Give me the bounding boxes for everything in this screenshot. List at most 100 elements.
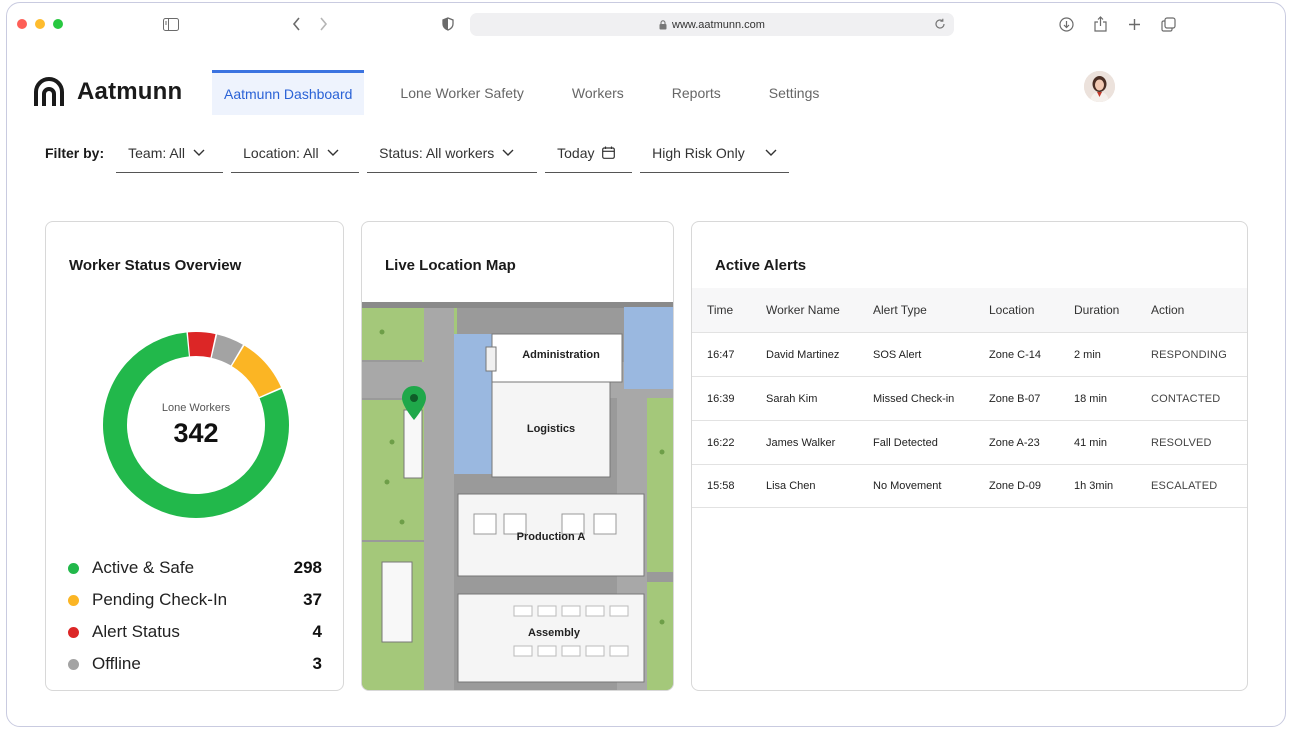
close-window-button[interactable]: [17, 19, 27, 29]
alert-duration: 18 min: [1074, 392, 1108, 405]
small-building: [403, 409, 423, 479]
alert-type: Missed Check-in: [873, 392, 955, 405]
worker-status-title: Worker Status Overview: [69, 257, 242, 274]
alert-type: No Movement: [873, 480, 942, 492]
brand-logo[interactable]: Aatmunn: [33, 77, 182, 107]
status-filter-value: Status: All workers: [379, 144, 495, 161]
share-icon[interactable]: [1091, 15, 1109, 33]
legend-item-pending: Pending Check-In 37: [68, 584, 322, 616]
table-row[interactable]: 16:47 David Martinez SOS Alert Zone C-14…: [692, 332, 1247, 376]
nav-item-settings[interactable]: Settings: [769, 70, 820, 115]
worker-status-donut: Lone Workers 342: [101, 330, 291, 520]
column-header-worker-name[interactable]: Worker Name: [766, 303, 873, 317]
building-label: Logistics: [527, 423, 575, 435]
green-area: [647, 382, 673, 572]
table-row[interactable]: 16:22 James Walker Fall Detected Zone A-…: [692, 420, 1247, 464]
status-filter-dropdown[interactable]: Status: All workers: [367, 133, 538, 173]
main-nav: Aatmunn Dashboard Lone Worker Safety Wor…: [212, 70, 819, 115]
reload-icon[interactable]: [934, 18, 946, 30]
alert-action-status[interactable]: RESOLVED: [1151, 437, 1241, 449]
back-arrow-icon[interactable]: [288, 15, 306, 33]
alert-duration: 1h 3min: [1074, 480, 1114, 492]
team-filter-dropdown[interactable]: Team: All: [116, 133, 224, 173]
legend-item-alert: Alert Status 4: [68, 616, 322, 648]
filter-bar: Filter by: Team: All Location: All Statu…: [45, 133, 797, 173]
lock-icon: [659, 19, 667, 30]
browser-toolbar: www.aatmunn.com: [7, 3, 1285, 45]
alert-worker-name: James Walker: [766, 436, 836, 449]
sidebar-toggle-icon[interactable]: [162, 15, 180, 33]
window-controls: [17, 19, 63, 29]
table-row[interactable]: 15:58 Lisa Chen No Movement Zone D-09 1h…: [692, 464, 1247, 508]
minimize-window-button[interactable]: [35, 19, 45, 29]
alert-type: Fall Detected: [873, 436, 938, 449]
column-header-location[interactable]: Location: [989, 303, 1074, 317]
alert-action-status[interactable]: CONTACTED: [1151, 393, 1241, 405]
alert-time: 16:47: [707, 348, 735, 361]
nav-item-reports[interactable]: Reports: [672, 70, 721, 115]
donut-center-label: Lone Workers: [161, 401, 231, 414]
location-filter-dropdown[interactable]: Location: All: [231, 133, 360, 173]
column-header-duration[interactable]: Duration: [1074, 303, 1151, 317]
column-header-action[interactable]: Action: [1151, 303, 1241, 317]
date-filter-value: Today: [557, 144, 595, 161]
alert-location: Zone B-07: [989, 392, 1041, 405]
alert-worker-name: Lisa Chen: [766, 480, 816, 492]
url-text: www.aatmunn.com: [672, 18, 765, 31]
blue-zone: [624, 307, 673, 389]
tab-overview-icon[interactable]: [1159, 15, 1177, 33]
legend-item-active: Active & Safe 298: [68, 552, 322, 584]
live-map-title: Live Location Map: [385, 257, 516, 274]
alert-worker-name: David Martinez: [766, 348, 840, 361]
risk-filter-dropdown[interactable]: High Risk Only: [640, 133, 790, 173]
alert-location: Zone D-09: [989, 480, 1041, 492]
privacy-shield-icon[interactable]: [439, 15, 457, 33]
alert-time: 16:39: [707, 392, 735, 405]
live-map-card: Live Location Map Administration Logisti…: [361, 221, 674, 691]
building-label: Administration: [522, 349, 600, 361]
alert-action-status[interactable]: ESCALATED: [1151, 480, 1241, 492]
nav-item-lone-worker-safety[interactable]: Lone Worker Safety: [400, 70, 523, 115]
maximize-window-button[interactable]: [53, 19, 63, 29]
building-label: Production A: [517, 531, 586, 543]
alert-type: SOS Alert: [873, 348, 922, 361]
status-dot: [68, 562, 79, 574]
arch-logo-icon: [34, 77, 64, 106]
column-header-time[interactable]: Time: [692, 303, 766, 317]
legend-item-offline: Offline 3: [68, 648, 322, 680]
table-row[interactable]: 16:39 Sarah Kim Missed Check-in Zone B-0…: [692, 376, 1247, 420]
legend-count: 4: [312, 622, 322, 641]
legend-label: Pending Check-In: [92, 590, 228, 609]
table-header: Time Worker Name Alert Type Location Dur…: [692, 288, 1247, 332]
alert-location: Zone A-23: [989, 436, 1040, 449]
nav-item-workers[interactable]: Workers: [572, 70, 624, 115]
alert-worker-name: Sarah Kim: [766, 392, 818, 405]
alerts-table: Time Worker Name Alert Type Location Dur…: [692, 288, 1247, 508]
brand-name: Aatmunn: [77, 78, 183, 105]
address-bar[interactable]: www.aatmunn.com: [470, 13, 954, 36]
building-label: Assembly: [528, 627, 581, 639]
alert-action-status[interactable]: RESPONDING: [1151, 349, 1241, 361]
filter-label: Filter by:: [45, 145, 105, 161]
alert-location: Zone C-14: [989, 348, 1041, 361]
legend-label: Active & Safe: [92, 558, 195, 577]
chevron-down-icon: [502, 149, 514, 156]
chevron-down-icon: [327, 149, 339, 156]
alert-time: 16:22: [707, 436, 735, 449]
browser-window: www.aatmunn.com Aatmunn Aatmunn Dashboar…: [6, 2, 1286, 727]
column-header-alert-type[interactable]: Alert Type: [873, 303, 989, 317]
team-filter-value: Team: All: [128, 144, 185, 161]
risk-filter-value: High Risk Only: [652, 144, 745, 161]
active-alerts-card: Active Alerts Time Worker Name Alert Typ…: [691, 221, 1248, 691]
site-map[interactable]: Administration Logistics Production A As…: [362, 302, 674, 691]
forward-arrow-icon[interactable]: [314, 15, 332, 33]
status-dot: [68, 594, 79, 606]
alert-duration: 41 min: [1074, 436, 1108, 449]
date-filter-picker[interactable]: Today: [545, 133, 633, 173]
nav-item-dashboard[interactable]: Aatmunn Dashboard: [212, 70, 365, 115]
legend-label: Alert Status: [92, 622, 180, 641]
status-legend: Active & Safe 298 Pending Check-In 37 Al…: [68, 552, 322, 680]
user-avatar[interactable]: [1084, 71, 1115, 102]
download-icon[interactable]: [1057, 15, 1075, 33]
new-tab-icon[interactable]: [1125, 15, 1143, 33]
